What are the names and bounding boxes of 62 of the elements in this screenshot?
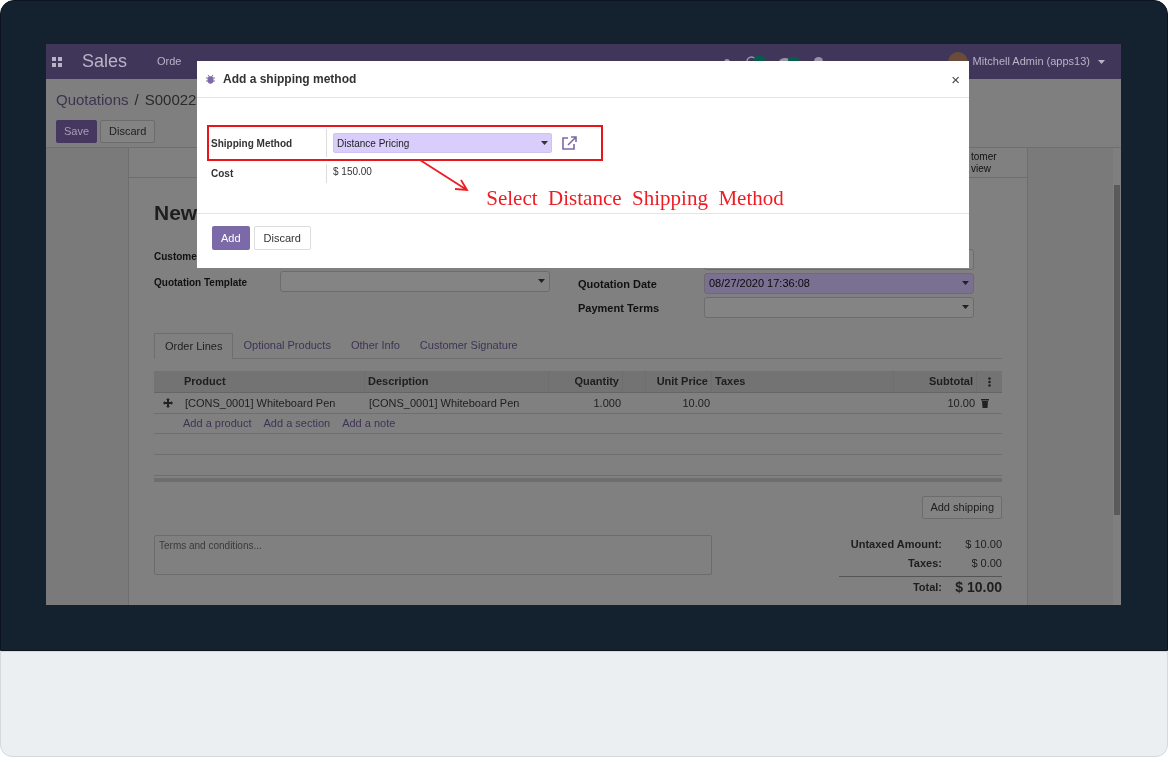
- field-label: Custome: [154, 251, 197, 262]
- column-header: Unit Price: [646, 371, 712, 392]
- trash-icon[interactable]: [981, 398, 989, 408]
- caret-icon: [541, 141, 548, 145]
- terms-field[interactable]: Terms and conditions...: [154, 535, 712, 575]
- breadcrumb-current: S00022: [144, 90, 197, 110]
- caret-icon: [962, 305, 969, 309]
- add-shipping-button[interactable]: Add shipping: [922, 496, 1002, 519]
- add-line-link[interactable]: Add a section: [263, 415, 331, 432]
- column-options-icon[interactable]: [988, 376, 991, 387]
- field-label: Shipping Method: [209, 129, 327, 157]
- breadcrumb-separator: /: [134, 90, 139, 110]
- user-menu[interactable]: Mitchell Admin (apps13): [972, 53, 1105, 70]
- shipping-method-select[interactable]: Distance Pricing: [333, 133, 552, 153]
- menu-item[interactable]: Orde: [157, 53, 182, 70]
- table-cell-text: 10.00: [946, 395, 976, 411]
- tab[interactable]: Order Lines: [154, 333, 234, 359]
- dialog-title: Add a shipping method: [223, 71, 357, 88]
- column-header: Description: [365, 371, 549, 392]
- column-header: Taxes: [712, 371, 894, 392]
- add-line-link[interactable]: Add a product: [183, 415, 252, 432]
- table-cell-text: [CONS_0001] Whiteboard Pen: [184, 395, 337, 411]
- total-label: Total:: [912, 580, 942, 596]
- discard-button[interactable]: Discard: [100, 119, 156, 143]
- add-line-link[interactable]: Add a note: [342, 415, 396, 432]
- select-field[interactable]: [704, 296, 974, 318]
- tab[interactable]: Optional Products: [233, 332, 341, 358]
- select-field[interactable]: 08/27/2020 17:36:08: [704, 272, 974, 294]
- column-header: Quantity: [549, 371, 623, 392]
- total-value: $ 10.00: [964, 537, 1002, 553]
- total-value: $ 0.00: [970, 556, 1002, 572]
- app-name[interactable]: Sales: [82, 48, 128, 75]
- close-button[interactable]: ×: [951, 71, 960, 87]
- cost-value: $ 150.00: [333, 165, 372, 179]
- caret-icon: [1098, 59, 1105, 64]
- tab[interactable]: Other Info: [340, 332, 410, 358]
- select-field[interactable]: [280, 270, 550, 292]
- apps-menu-icon[interactable]: [52, 56, 62, 67]
- save-button[interactable]: Save: [56, 119, 98, 143]
- table-cell-text: 10.00: [681, 395, 711, 411]
- field-label: Quotation Date: [578, 278, 657, 290]
- total-value: $ 10.00: [954, 578, 1002, 597]
- drag-handle-icon[interactable]: [163, 398, 173, 408]
- scrollbar-thumb[interactable]: [1114, 185, 1120, 515]
- discard-button[interactable]: Discard: [253, 226, 311, 250]
- external-link-icon[interactable]: [562, 136, 577, 150]
- breadcrumb-link[interactable]: Quotations: [56, 89, 129, 112]
- total-label: Taxes:: [907, 556, 942, 572]
- add-button[interactable]: Add: [212, 226, 250, 250]
- form-title: New: [154, 200, 198, 226]
- caret-icon: [538, 279, 545, 283]
- field-label: Quotation Template: [154, 277, 248, 288]
- total-label: Untaxed Amount:: [850, 537, 942, 553]
- table-cell-text: 1.000: [592, 395, 622, 411]
- caret-icon: [962, 281, 969, 285]
- column-header: Subtotal: [894, 371, 977, 392]
- bug-icon: [206, 74, 215, 84]
- field-label: Cost: [209, 164, 327, 183]
- table-cell-text: [CONS_0001] Whiteboard Pen: [368, 395, 521, 411]
- field-label: Payment Terms: [578, 302, 660, 314]
- tab[interactable]: Customer Signature: [409, 332, 528, 358]
- column-header: Product: [181, 371, 365, 392]
